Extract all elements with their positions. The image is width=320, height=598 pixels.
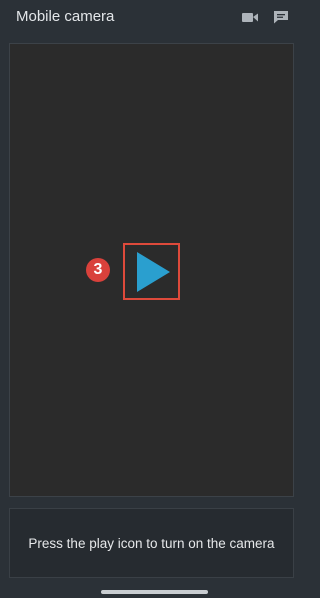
top-bar: Mobile camera	[0, 0, 309, 38]
instruction-card: Press the play icon to turn on the camer…	[9, 508, 294, 578]
video-camera-icon[interactable]	[241, 9, 259, 25]
chat-icon[interactable]	[272, 9, 290, 25]
instruction-text: Press the play icon to turn on the camer…	[28, 535, 275, 551]
step-badge: 3	[86, 258, 110, 282]
play-button[interactable]	[123, 243, 180, 300]
play-icon	[137, 252, 170, 292]
home-indicator[interactable]	[101, 590, 208, 594]
app-title: Mobile camera	[16, 8, 115, 25]
